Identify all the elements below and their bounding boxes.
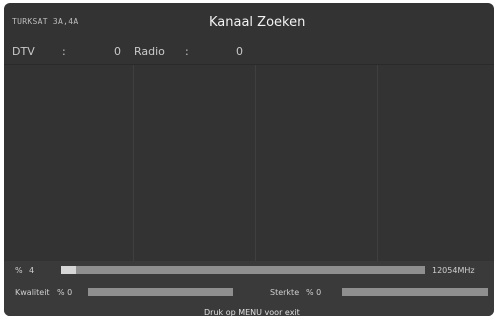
channel-search-screen: TURKSAT 3A,4A Kanaal Zoeken DTV : 0 Radi… xyxy=(4,3,494,316)
strength-value: % 0 xyxy=(306,288,322,297)
channel-list-4 xyxy=(378,65,494,261)
frequency-readout: 12054MHz xyxy=(432,266,475,275)
page-title: Kanaal Zoeken xyxy=(209,15,306,30)
quality-value: % 0 xyxy=(57,288,73,297)
strength-bar xyxy=(342,288,488,296)
dtv-label: DTV xyxy=(12,45,35,58)
dtv-count: 0 xyxy=(114,45,121,58)
quality-label: Kwaliteit xyxy=(15,288,50,297)
progress-percent-value: 4 xyxy=(29,266,35,275)
progress-percent-label: % xyxy=(15,266,23,275)
channel-list-3 xyxy=(256,65,377,261)
satellite-name: TURKSAT 3A,4A xyxy=(12,17,79,26)
dtv-separator: : xyxy=(62,45,66,58)
quality-bar xyxy=(88,288,233,296)
radio-count: 0 xyxy=(236,45,243,58)
channel-list-radio xyxy=(134,65,255,261)
strength-label: Sterkte xyxy=(270,288,300,297)
radio-label: Radio xyxy=(134,45,165,58)
scan-progress-bar xyxy=(61,266,425,274)
exit-hint: Druk op MENU voor exit xyxy=(204,308,300,316)
scan-progress-fill xyxy=(61,266,76,274)
channel-list-dtv xyxy=(4,65,133,261)
radio-separator: : xyxy=(185,45,189,58)
